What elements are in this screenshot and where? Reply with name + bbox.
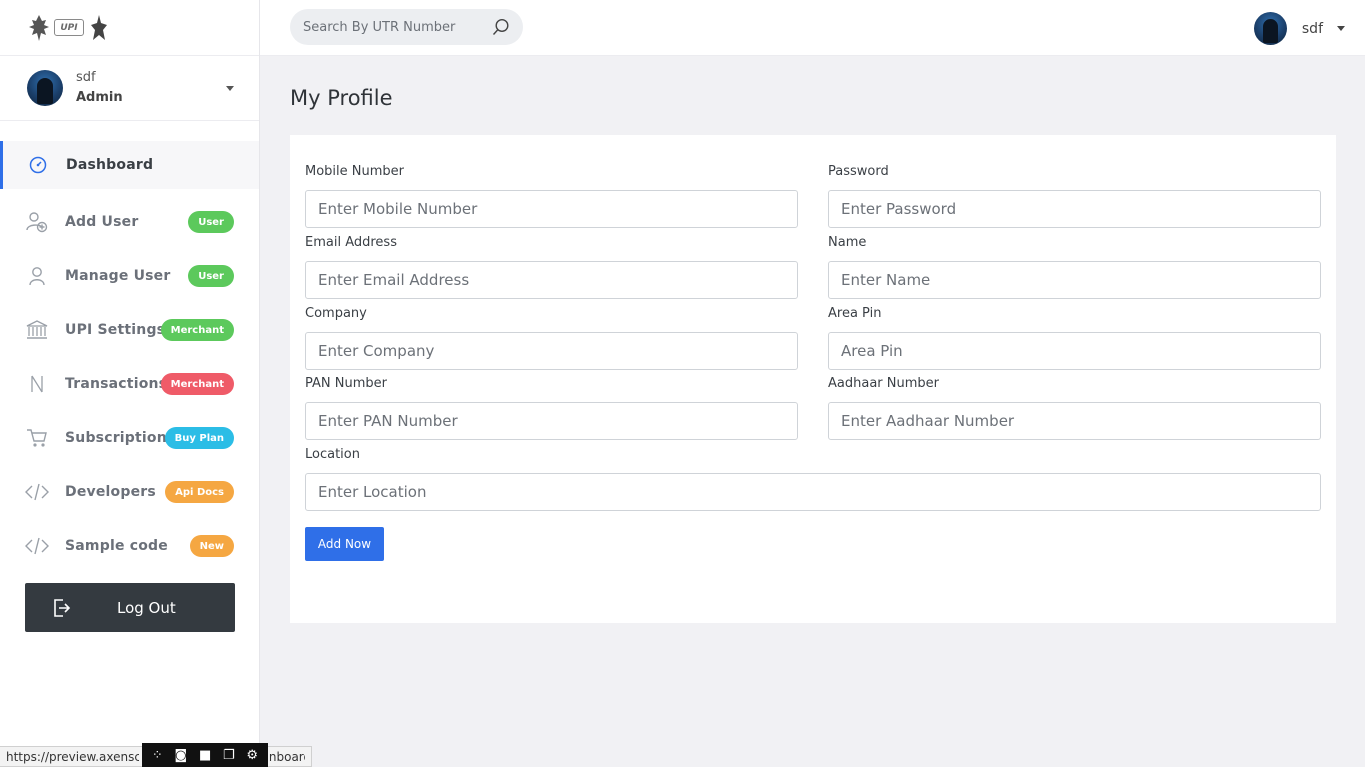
rupee-icon (25, 372, 49, 396)
sidebar-item-transactions[interactable]: Transactions Merchant (0, 357, 259, 411)
avatar (1253, 12, 1287, 45)
add-now-button[interactable]: Add Now (305, 527, 384, 561)
pan-label: PAN Number (305, 376, 387, 391)
location-field[interactable] (305, 473, 1321, 511)
logo-figure-icon (29, 14, 49, 41)
password-field[interactable] (828, 190, 1321, 228)
gauge-icon (26, 153, 50, 177)
email-field-group: Email Address (305, 235, 798, 299)
pan-field[interactable] (305, 402, 798, 440)
user-icon (25, 264, 49, 288)
add-user-icon (25, 210, 49, 234)
company-field-group: Company (305, 306, 798, 370)
video-icon[interactable]: ■ (199, 748, 211, 763)
chevron-down-icon (226, 86, 234, 91)
page-title: My Profile (290, 86, 393, 110)
sidebar-item-developers[interactable]: Developers Api Docs (0, 465, 259, 519)
sidebar: UPI sdf Admin Dashboard Add User User Ma… (0, 0, 260, 767)
sidebar-item-label: Subscription (65, 430, 167, 446)
area-pin-field-group: Area Pin (828, 306, 1321, 370)
code-icon (25, 534, 49, 558)
mobile-label: Mobile Number (305, 164, 404, 179)
logout-icon (54, 598, 71, 617)
email-label: Email Address (305, 235, 397, 250)
area-pin-field[interactable] (828, 332, 1321, 370)
status-url-left: https://preview.axenscript (6, 749, 139, 764)
status-badge: User (188, 265, 234, 287)
window-icon[interactable]: ❐ (223, 748, 235, 763)
sidebar-item-sample-code[interactable]: Sample code New (0, 519, 259, 573)
status-badge: User (188, 211, 234, 233)
logo[interactable]: UPI (0, 0, 259, 56)
sidebar-item-label: Sample code (65, 538, 168, 554)
company-field[interactable] (305, 332, 798, 370)
company-label: Company (305, 306, 367, 321)
cart-icon (25, 426, 49, 450)
sidebar-item-manage-user[interactable]: Manage User User (0, 249, 259, 303)
password-label: Password (828, 164, 889, 179)
sidebar-item-label: Dashboard (66, 157, 154, 173)
sidebar-item-add-user[interactable]: Add User User (0, 195, 259, 249)
chevron-down-icon (1337, 26, 1345, 31)
status-badge: Merchant (160, 373, 234, 395)
sidebar-item-label: Transactions (65, 376, 168, 392)
aadhaar-field[interactable] (828, 402, 1321, 440)
name-label: Name (828, 235, 867, 250)
sidebar-user-name: sdf (76, 70, 96, 85)
sidebar-item-label: Developers (65, 484, 156, 500)
sidebar-user-role: Admin (76, 90, 123, 105)
name-field-group: Name (828, 235, 1321, 299)
location-label: Location (305, 447, 360, 462)
header-user-name: sdf (1301, 20, 1323, 37)
aadhaar-field-group: Aadhaar Number (828, 376, 1321, 440)
status-badge: Merchant (160, 319, 234, 341)
sidebar-item-label: UPI Settings (65, 322, 166, 338)
logo-figure-icon (91, 14, 107, 40)
search-box[interactable] (290, 9, 523, 45)
name-field[interactable] (828, 261, 1321, 299)
gear-icon[interactable]: ⚙ (246, 748, 258, 763)
link-icon[interactable]: ⁘ (152, 748, 163, 763)
upi-logo-icon: UPI (54, 19, 84, 36)
status-url-right: nboard (268, 749, 305, 764)
search-icon[interactable] (492, 18, 510, 36)
area-pin-label: Area Pin (828, 306, 882, 321)
aadhaar-label: Aadhaar Number (828, 376, 939, 391)
avatar (27, 70, 63, 106)
camera-icon[interactable]: ◙ (175, 748, 188, 763)
sidebar-item-label: Add User (65, 214, 139, 230)
status-badge: New (189, 535, 234, 557)
logout-button[interactable]: Log Out (25, 583, 235, 632)
status-badge: Api Docs (165, 481, 234, 503)
sidebar-user-menu[interactable]: sdf Admin (0, 56, 259, 121)
password-field-group: Password (828, 164, 1321, 228)
screen-capture-toolbar: ⁘ ◙ ■ ❐ ⚙ (142, 743, 268, 767)
sidebar-item-subscription[interactable]: Subscription Buy Plan (0, 411, 259, 465)
sidebar-item-upi-settings[interactable]: UPI Settings Merchant (0, 303, 259, 357)
header-user-menu[interactable]: sdf (1253, 12, 1345, 45)
status-badge: Buy Plan (164, 427, 234, 449)
code-icon (25, 480, 49, 504)
logout-label: Log Out (117, 598, 176, 617)
sidebar-nav: Dashboard Add User User Manage User User… (0, 121, 259, 573)
pan-field-group: PAN Number (305, 376, 798, 440)
profile-form-card: Mobile Number Password Email Address Nam… (290, 135, 1336, 623)
location-field-group: Location (305, 447, 1321, 511)
top-header: sdf (260, 0, 1365, 56)
bank-icon (25, 318, 49, 342)
mobile-field[interactable] (305, 190, 798, 228)
email-field[interactable] (305, 261, 798, 299)
search-input[interactable] (303, 19, 488, 35)
mobile-field-group: Mobile Number (305, 164, 798, 228)
sidebar-item-label: Manage User (65, 268, 171, 284)
sidebar-item-dashboard[interactable]: Dashboard (0, 141, 259, 189)
